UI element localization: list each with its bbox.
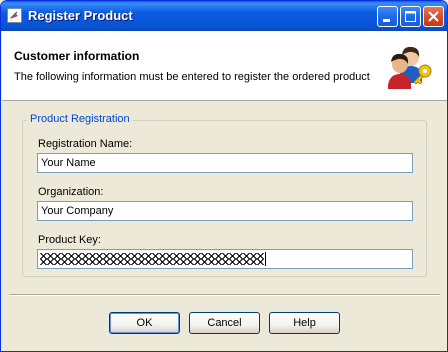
app-icon bbox=[7, 8, 22, 23]
maximize-icon bbox=[405, 11, 416, 22]
register-product-dialog: Register Product Customer information Th… bbox=[0, 0, 448, 352]
text-caret bbox=[265, 252, 266, 266]
header-panel: Customer information The following infor… bbox=[2, 31, 447, 101]
header-description: The following information must be entere… bbox=[14, 71, 370, 83]
button-separator bbox=[9, 294, 440, 296]
group-legend: Product Registration bbox=[27, 113, 133, 125]
users-key-icon bbox=[388, 46, 432, 89]
cancel-button[interactable]: Cancel bbox=[189, 312, 260, 334]
minimize-button[interactable] bbox=[377, 6, 398, 27]
title-bar[interactable]: Register Product bbox=[1, 1, 447, 31]
organization-label: Organization: bbox=[38, 186, 104, 198]
organization-input[interactable] bbox=[37, 201, 413, 221]
registration-name-label: Registration Name: bbox=[38, 138, 133, 150]
close-icon bbox=[428, 11, 439, 22]
header-title: Customer information bbox=[14, 49, 140, 63]
product-key-input[interactable] bbox=[37, 249, 413, 269]
window-title: Register Product bbox=[28, 8, 133, 23]
maximize-button[interactable] bbox=[400, 6, 421, 27]
registration-name-input[interactable] bbox=[37, 153, 413, 173]
close-button[interactable] bbox=[423, 6, 444, 27]
help-button[interactable]: Help bbox=[269, 312, 340, 334]
minimize-icon bbox=[383, 19, 390, 22]
product-key-label: Product Key: bbox=[38, 234, 101, 246]
ok-button[interactable]: OK bbox=[109, 312, 180, 334]
product-key-masked-value bbox=[40, 253, 264, 265]
